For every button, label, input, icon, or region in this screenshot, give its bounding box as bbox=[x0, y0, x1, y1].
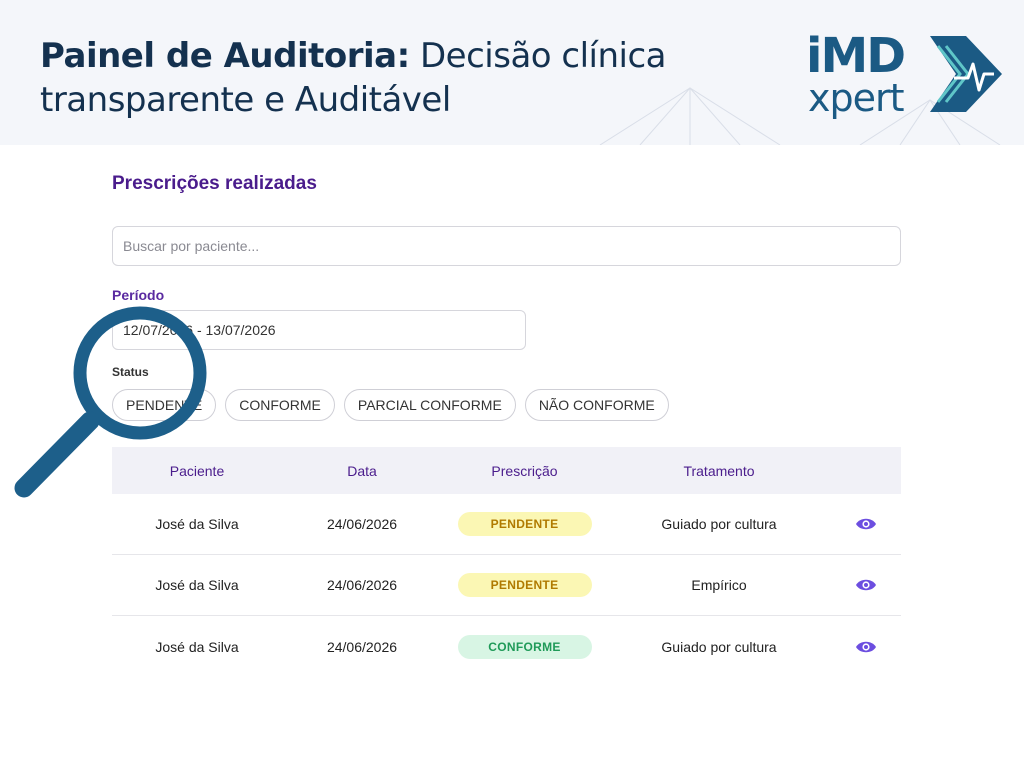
table-row[interactable]: José da Silva 24/06/2026 PENDENTE Guiado… bbox=[112, 494, 901, 555]
cell-paciente: José da Silva bbox=[155, 638, 239, 655]
ecg-pulse-icon bbox=[930, 36, 1002, 112]
header-banner: Painel de Auditoria: Decisão clínica tra… bbox=[0, 0, 1024, 145]
status-badge: CONFORME bbox=[457, 634, 592, 659]
column-header-tratamento[interactable]: Tratamento bbox=[607, 463, 831, 479]
magnifier-icon bbox=[14, 306, 207, 498]
status-badge: PENDENTE bbox=[457, 573, 592, 597]
prescriptions-table: Paciente Data Prescrição Tratamento José… bbox=[112, 447, 901, 677]
status-chip-nao-conforme[interactable]: NÃO CONFORME bbox=[524, 389, 669, 421]
cell-actions bbox=[831, 517, 901, 531]
cell-actions bbox=[831, 578, 901, 592]
table-row[interactable]: José da Silva 24/06/2026 CONFORME Guiado… bbox=[112, 616, 901, 677]
cell-data: 24/06/2026 bbox=[326, 577, 398, 593]
eye-icon[interactable] bbox=[855, 640, 877, 654]
cell-prescricao: CONFORME bbox=[442, 634, 607, 659]
page-title-bold: Painel de Auditoria: bbox=[40, 36, 410, 76]
brand-logo: iMD xpert bbox=[806, 30, 1006, 122]
logo-text-top: iMD bbox=[806, 28, 906, 84]
table-row[interactable]: José da Silva 24/06/2026 PENDENTE Empíri… bbox=[112, 555, 901, 616]
cell-prescricao: PENDENTE bbox=[442, 573, 607, 597]
search-input[interactable] bbox=[112, 226, 901, 266]
status-chip-conforme[interactable]: CONFORME bbox=[225, 389, 335, 421]
table-header: Paciente Data Prescrição Tratamento bbox=[112, 447, 901, 494]
eye-icon[interactable] bbox=[855, 517, 877, 531]
cell-prescricao: PENDENTE bbox=[442, 512, 607, 536]
status-badge: PENDENTE bbox=[457, 512, 592, 536]
cell-tratamento: Guiado por cultura bbox=[661, 516, 777, 532]
page-title: Painel de Auditoria: Decisão clínica tra… bbox=[40, 34, 760, 122]
cell-paciente: José da Silva bbox=[155, 516, 239, 532]
cell-data: 24/06/2026 bbox=[326, 638, 398, 655]
cell-tratamento: Guiado por cultura bbox=[661, 638, 777, 655]
eye-icon[interactable] bbox=[855, 578, 877, 592]
cell-actions bbox=[831, 640, 901, 654]
cell-tratamento: Empírico bbox=[691, 577, 747, 593]
cell-paciente: José da Silva bbox=[155, 577, 239, 593]
column-header-data[interactable]: Data bbox=[282, 463, 442, 479]
logo-text-bottom: xpert bbox=[808, 76, 905, 120]
status-chip-parcial-conforme[interactable]: PARCIAL CONFORME bbox=[343, 389, 516, 421]
column-header-prescricao[interactable]: Prescrição bbox=[442, 463, 607, 479]
cell-data: 24/06/2026 bbox=[326, 516, 398, 532]
section-title: Prescrições realizadas bbox=[112, 173, 317, 194]
